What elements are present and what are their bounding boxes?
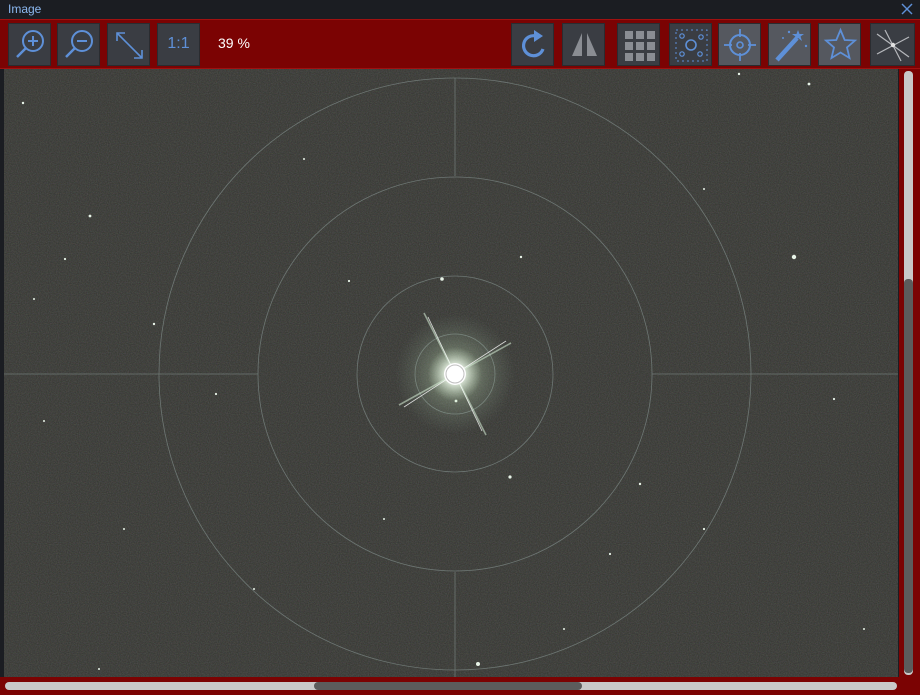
window-title: Image bbox=[8, 2, 42, 16]
vertical-scroll-thumb[interactable] bbox=[904, 279, 913, 673]
bright-star bbox=[395, 312, 515, 436]
horizontal-scrollbar[interactable] bbox=[0, 677, 920, 695]
crosshair-button[interactable] bbox=[718, 23, 761, 66]
bahtinov-icon bbox=[876, 29, 910, 62]
flip-button[interactable] bbox=[562, 23, 605, 66]
star bbox=[347, 279, 351, 283]
close-icon[interactable] bbox=[900, 2, 914, 16]
fit-to-window-icon bbox=[116, 32, 143, 59]
grid-button[interactable] bbox=[617, 23, 660, 66]
star bbox=[152, 322, 156, 326]
star bbox=[43, 420, 45, 422]
grid-icon bbox=[625, 31, 655, 61]
star bbox=[508, 475, 512, 479]
zoom-in-button[interactable] bbox=[8, 23, 51, 66]
annotation-button[interactable] bbox=[818, 23, 861, 66]
auto-stretch-icon bbox=[775, 30, 808, 62]
star bbox=[214, 392, 218, 396]
star bbox=[703, 188, 705, 190]
star bbox=[519, 255, 523, 259]
star-detection-button[interactable] bbox=[669, 23, 712, 66]
image-toolbar: 1:1 39 % bbox=[0, 19, 920, 69]
one-to-one-button[interactable]: 1:1 bbox=[157, 23, 200, 66]
fit-to-window-button[interactable] bbox=[107, 23, 150, 66]
star bbox=[638, 482, 642, 486]
star bbox=[21, 101, 25, 105]
bahtinov-button[interactable] bbox=[870, 23, 915, 66]
star bbox=[88, 214, 92, 218]
star bbox=[807, 82, 811, 86]
star bbox=[608, 552, 612, 556]
star bbox=[791, 254, 797, 260]
annotation-icon bbox=[823, 27, 858, 60]
star bbox=[476, 662, 480, 666]
star bbox=[303, 158, 305, 160]
star bbox=[863, 628, 865, 630]
horizontal-scroll-thumb[interactable] bbox=[314, 682, 582, 690]
star bbox=[832, 397, 836, 401]
vertical-scrollbar[interactable] bbox=[899, 69, 920, 677]
rotate-button[interactable] bbox=[511, 23, 554, 66]
star bbox=[253, 588, 255, 590]
star bbox=[123, 528, 125, 530]
zoom-out-icon bbox=[65, 30, 93, 58]
star bbox=[702, 527, 706, 531]
star bbox=[563, 628, 565, 630]
zoom-in-icon bbox=[16, 30, 44, 58]
one-to-one-label: 1:1 bbox=[167, 35, 190, 52]
rotate-icon bbox=[521, 30, 545, 58]
star bbox=[63, 257, 67, 261]
zoom-level: 39 % bbox=[218, 35, 250, 51]
image-viewport[interactable] bbox=[4, 69, 898, 677]
star bbox=[737, 72, 741, 76]
star bbox=[440, 277, 444, 281]
flip-icon bbox=[572, 33, 597, 56]
crosshair-icon bbox=[724, 29, 756, 61]
auto-stretch-button[interactable] bbox=[768, 23, 811, 66]
zoom-out-button[interactable] bbox=[57, 23, 100, 66]
star bbox=[383, 518, 385, 520]
title-bar: Image bbox=[0, 0, 920, 19]
star bbox=[33, 298, 35, 300]
star-detection-icon bbox=[675, 29, 708, 62]
star bbox=[98, 668, 100, 670]
star-field-image[interactable] bbox=[4, 69, 898, 677]
